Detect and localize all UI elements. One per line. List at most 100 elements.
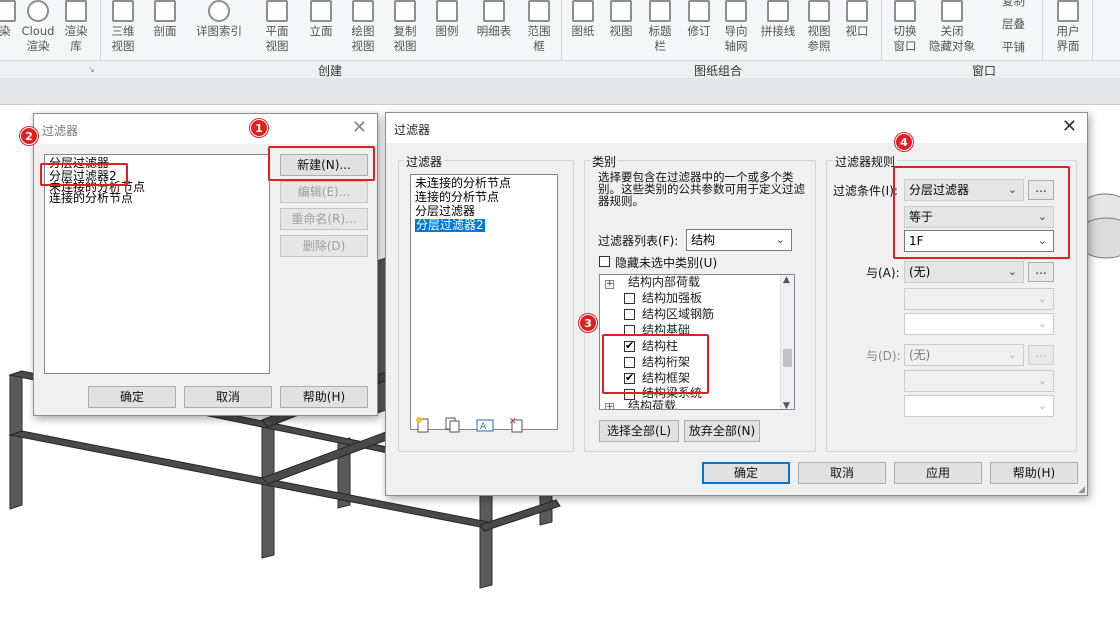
and1-label: 与(A): bbox=[866, 266, 900, 280]
resize-grip-icon[interactable]: ◢ bbox=[1078, 485, 1085, 495]
drafting-view-button[interactable]: 绘图 视图 bbox=[344, 0, 382, 60]
filter-editor-title: 过滤器 bbox=[394, 123, 431, 137]
filters-dialog-title: 过滤器 bbox=[42, 124, 79, 138]
schedule-icon bbox=[483, 0, 505, 22]
categories-description: 选择要包含在过滤器中的一个或多个类别。这些类别的公共参数可用于定义过滤器规则。 bbox=[598, 170, 805, 208]
guide-grid-button[interactable]: 导向 轴网 bbox=[716, 0, 756, 60]
and1-ellipsis-button[interactable]: ... bbox=[1028, 262, 1054, 282]
filter-list-item[interactable]: 未连接的分析节点 bbox=[415, 177, 511, 190]
ok-button[interactable]: 确定 bbox=[702, 462, 790, 484]
and2-operator-dropdown: ⌄ bbox=[904, 370, 1054, 392]
title-block-button[interactable]: 标题 栏 bbox=[640, 0, 680, 60]
section-icon bbox=[154, 0, 176, 22]
apply-button[interactable]: 应用 bbox=[894, 462, 982, 484]
categories-group-label: 类别 bbox=[590, 153, 619, 170]
help-button[interactable]: 帮助(H) bbox=[280, 386, 368, 408]
hide-unchecked-label: 隐藏未选中类别(U) bbox=[615, 256, 718, 270]
matchline-icon bbox=[767, 0, 789, 22]
replicate-button[interactable]: 复制 bbox=[984, 0, 1034, 8]
cancel-button[interactable]: 取消 bbox=[798, 462, 886, 484]
deselect-all-button[interactable]: 放弃全部(N) bbox=[684, 420, 760, 442]
tile-button[interactable]: 平铺 bbox=[984, 40, 1034, 54]
close-hidden-button[interactable]: 关闭 隐藏对象 bbox=[926, 0, 978, 60]
filters-list-item[interactable]: 连接的分析节点 bbox=[49, 192, 133, 205]
filters-list[interactable]: 分层过滤器 分层过滤器2 未连接的分析节点 连接的分析节点 bbox=[44, 154, 270, 374]
filter-list-item[interactable]: 分层过滤器 bbox=[415, 205, 475, 218]
delete-filter-icon[interactable]: ✕ bbox=[508, 416, 526, 434]
sheet-icon bbox=[572, 0, 594, 22]
highlight-filter-rule bbox=[893, 166, 1070, 259]
view-reference-button[interactable]: 视图 参照 bbox=[800, 0, 838, 60]
user-interface-button[interactable]: 用户 界面 bbox=[1048, 0, 1088, 60]
filter-list[interactable]: 未连接的分析节点 连接的分析节点 分层过滤器 分层过滤器2 bbox=[410, 174, 558, 430]
cancel-button[interactable]: 取消 bbox=[184, 386, 272, 408]
switch-window-icon bbox=[894, 0, 916, 22]
options-bar bbox=[0, 78, 1120, 105]
filter-list-item[interactable]: 连接的分析节点 bbox=[415, 191, 499, 204]
ribbon: 染 Cloud 渲染 渲染 库 三维 视图 剖面 详图索引 平面 视图 立面 绘… bbox=[0, 0, 1120, 78]
callout-button[interactable]: 详图索引 bbox=[190, 0, 248, 60]
3d-view-icon bbox=[112, 0, 134, 22]
chevron-down-icon: ⌄ bbox=[1037, 374, 1047, 387]
new-filter-icon[interactable] bbox=[414, 416, 432, 434]
section-button[interactable]: 剖面 bbox=[146, 0, 184, 60]
and2-value-field: ⌄ bbox=[904, 395, 1054, 417]
view-button[interactable]: 视图 bbox=[602, 0, 640, 60]
scroll-up-icon[interactable]: ▲ bbox=[783, 275, 790, 285]
scope-box-button[interactable]: 范围 框 bbox=[522, 0, 556, 60]
duplicate-filter-icon[interactable] bbox=[444, 416, 462, 434]
schedule-button[interactable]: 明细表 bbox=[470, 0, 518, 60]
help-button[interactable]: 帮助(H) bbox=[990, 462, 1078, 484]
3d-view-button[interactable]: 三维 视图 bbox=[104, 0, 142, 60]
ok-button[interactable]: 确定 bbox=[88, 386, 176, 408]
plan-view-button[interactable]: 平面 视图 bbox=[258, 0, 296, 60]
elevation-button[interactable]: 立面 bbox=[302, 0, 340, 60]
expand-icon[interactable]: + bbox=[605, 403, 614, 409]
duplicate-view-button[interactable]: 复制 视图 bbox=[386, 0, 424, 60]
category-scrollbar[interactable]: ▲ ▼ bbox=[780, 275, 794, 409]
revisions-icon bbox=[688, 0, 710, 22]
filter-list-dropdown[interactable]: 结构 ⌄ bbox=[686, 229, 792, 251]
duplicate-view-icon bbox=[394, 0, 416, 22]
delete-filter-button[interactable]: 删除(D) bbox=[280, 235, 368, 257]
revit-workspace: { "ribbon": { "buttons": [ {"label": "染"… bbox=[0, 0, 1120, 630]
cascade-button[interactable]: 层叠 bbox=[984, 17, 1034, 31]
category-checkbox[interactable] bbox=[624, 293, 635, 304]
sheet-button[interactable]: 图纸 bbox=[564, 0, 602, 60]
hide-unchecked-checkbox[interactable] bbox=[599, 256, 610, 267]
revisions-button[interactable]: 修订 bbox=[680, 0, 718, 60]
rename-filter-icon[interactable]: A bbox=[476, 416, 494, 434]
switch-window-button[interactable]: 切换 窗口 bbox=[886, 0, 924, 60]
rename-filter-button[interactable]: 重命名(R)... bbox=[280, 208, 368, 230]
scrollbar-thumb[interactable] bbox=[783, 349, 792, 367]
close-icon[interactable]: ✕ bbox=[352, 118, 367, 138]
legend-icon bbox=[436, 0, 458, 22]
close-icon[interactable]: ✕ bbox=[1062, 117, 1077, 137]
svg-text:A: A bbox=[480, 422, 487, 432]
viewport-button[interactable]: 视口 bbox=[838, 0, 876, 60]
title-block-icon bbox=[649, 0, 671, 22]
viewport-icon bbox=[846, 0, 868, 22]
legend-button[interactable]: 图例 bbox=[428, 0, 466, 60]
cloud-render-button[interactable]: Cloud 渲染 bbox=[18, 0, 58, 60]
render-gallery-button[interactable]: 渲染 库 bbox=[60, 0, 92, 60]
matchline-button[interactable]: 拼接线 bbox=[756, 0, 800, 60]
expand-icon[interactable]: + bbox=[605, 280, 614, 289]
render-icon bbox=[0, 0, 16, 22]
panel-expander-icon[interactable]: ↘ bbox=[88, 65, 95, 74]
filter-list-item-selected[interactable]: 分层过滤器2 bbox=[415, 219, 485, 232]
render-gallery-icon bbox=[65, 0, 87, 22]
scroll-down-icon[interactable]: ▼ bbox=[783, 401, 790, 409]
render-button[interactable]: 染 bbox=[0, 0, 16, 60]
annotation-badge-2: 2 bbox=[20, 127, 38, 145]
select-all-button[interactable]: 选择全部(L) bbox=[599, 420, 679, 442]
and1-param-dropdown[interactable]: (无) ⌄ bbox=[904, 261, 1024, 283]
filter-rules-label: 过滤器规则 bbox=[833, 153, 898, 170]
edit-filter-button[interactable]: 编辑(E)... bbox=[280, 181, 368, 203]
svg-text:✕: ✕ bbox=[509, 417, 517, 427]
filter-editor-titlebar: 过滤器 ✕ bbox=[386, 113, 1087, 143]
category-checkbox[interactable] bbox=[624, 309, 635, 320]
cloud-render-icon bbox=[27, 0, 49, 22]
category-item: 结构荷载 bbox=[628, 399, 677, 410]
and2-label: 与(D): bbox=[866, 349, 901, 363]
